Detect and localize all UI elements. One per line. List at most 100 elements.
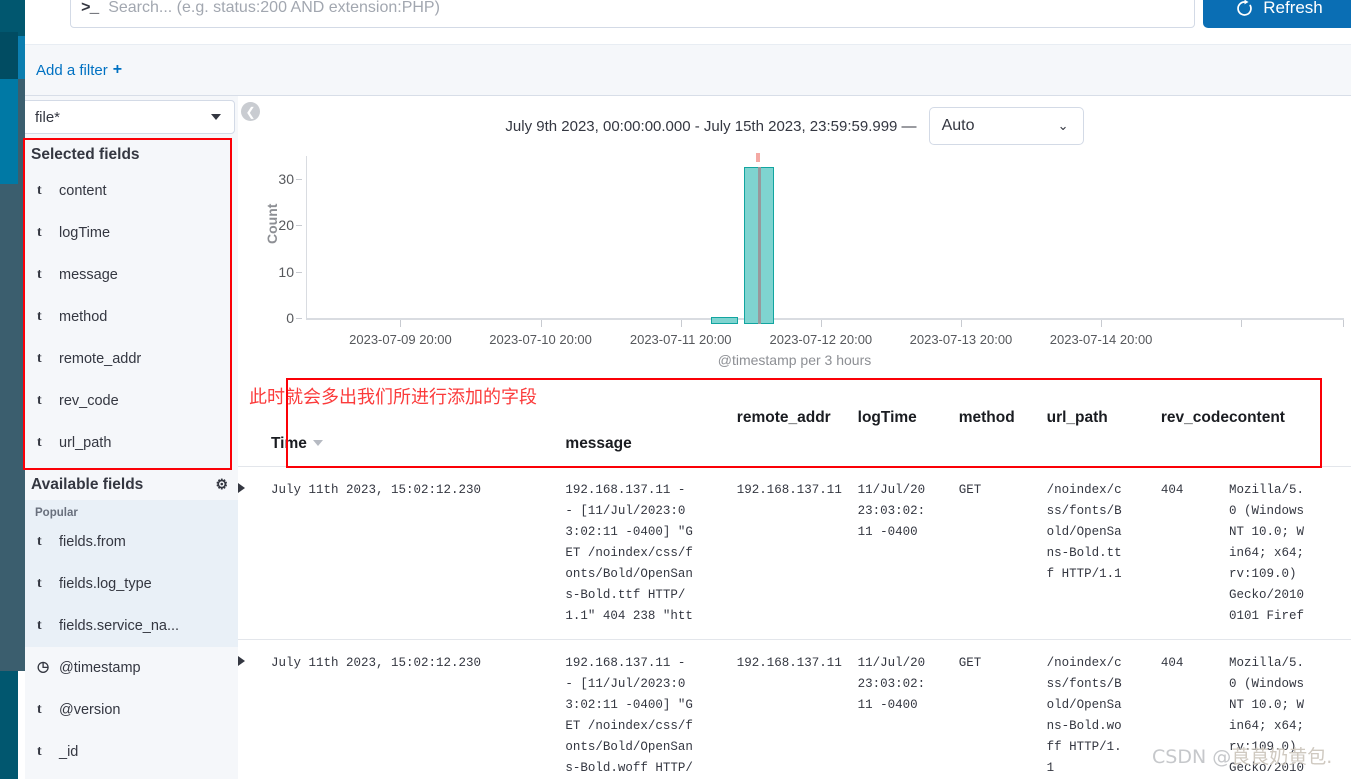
y-tick-label: 10	[278, 263, 294, 280]
sidebar-field-id[interactable]: t _id	[25, 731, 238, 773]
sidebar-field-version[interactable]: t @version	[25, 689, 238, 731]
sidebar-field-rev-code[interactable]: t rev_code	[25, 380, 238, 422]
left-nav-rail-slate	[0, 184, 18, 671]
y-tick-label: 20	[278, 217, 294, 234]
cell-logtime: 11/Jul/20 23:03:02: 11 -0400	[857, 466, 959, 640]
time-range-row: July 9th 2023, 00:00:00.000 - July 15th …	[238, 104, 1351, 148]
string-type-icon: t	[37, 267, 42, 282]
field-label: _id	[59, 743, 79, 760]
field-label: remote_addr	[59, 351, 142, 367]
th-logtime-label: logTime	[857, 408, 917, 426]
left-nav-rail-upper	[0, 32, 18, 79]
collapse-sidebar-button[interactable]: ❮	[241, 102, 260, 121]
caret-right-icon[interactable]	[238, 655, 245, 666]
sidebar-field-fields-service-name[interactable]: t fields.service_na...	[25, 605, 238, 647]
annotation-chinese-note: 此时就会多出我们所进行添加的字段	[249, 387, 537, 408]
watermark-prefix: CSDN @	[1152, 746, 1232, 768]
field-label: method	[59, 309, 108, 325]
selected-fields-list: t content t logTime t message t method t…	[25, 170, 238, 464]
chart-plot-area	[306, 153, 1344, 324]
refresh-button[interactable]: Refresh	[1203, 0, 1351, 28]
sidebar-field-fields-log-type[interactable]: t fields.log_type	[25, 563, 238, 605]
string-type-icon: t	[37, 225, 42, 240]
th-url-path[interactable]: url_path	[1046, 378, 1161, 467]
cell-message: 192.168.137.11 - - [11/Jul/2023:0 3:02:1…	[565, 466, 737, 640]
th-message[interactable]: message	[565, 378, 737, 467]
popular-label: Popular	[35, 506, 78, 519]
string-type-icon: t	[37, 435, 42, 450]
th-rev-code-label: rev_code	[1160, 408, 1229, 426]
left-nav-rail-blue	[0, 79, 18, 184]
table-row[interactable]: July 11th 2023, 15:02:12.230 192.168.137…	[238, 466, 1351, 640]
discover-main-panel: July 9th 2023, 00:00:00.000 - July 15th …	[238, 96, 1351, 779]
x-tick-label: 2023-07-10 20:00	[489, 332, 592, 347]
cell-remote-addr: 192.168.137.11	[736, 466, 858, 640]
y-tick-label: 30	[278, 171, 294, 188]
plus-icon: +	[112, 61, 123, 78]
field-label: content	[59, 183, 107, 199]
cell-method: GET	[958, 639, 1047, 779]
left-nav-rail-bottom	[0, 671, 18, 779]
sidebar-field-remote-addr[interactable]: t remote_addr	[25, 338, 238, 380]
interval-select[interactable]: Auto ⌄	[928, 107, 1084, 145]
field-label: logTime	[59, 225, 111, 241]
field-label: rev_code	[59, 393, 119, 409]
th-rev-code[interactable]: rev_code	[1160, 378, 1229, 467]
sidebar-field-content[interactable]: t content	[25, 170, 238, 212]
cell-time: July 11th 2023, 15:02:12.230	[270, 639, 566, 779]
gear-icon[interactable]: ⚙	[215, 476, 228, 492]
string-type-icon: t	[37, 617, 42, 633]
y-axis-ticks: 0 10 20 30	[268, 156, 302, 326]
watermark-user: 茛茛奶黄包.	[1231, 746, 1333, 768]
add-filter-button[interactable]: Add a filter +	[36, 61, 122, 79]
documents-table-area: Time message remote_addr logTime method	[238, 378, 1351, 779]
cell-logtime: 11/Jul/20 23:03:02: 11 -0400	[857, 639, 959, 779]
cell-method: GET	[958, 466, 1047, 640]
string-type-icon: t	[37, 575, 42, 591]
sort-desc-icon[interactable]	[312, 440, 323, 447]
sidebar-field-url-path[interactable]: t url_path	[25, 422, 238, 464]
th-logtime[interactable]: logTime	[857, 378, 959, 467]
cell-time: July 11th 2023, 15:02:12.230	[270, 466, 566, 640]
caret-right-icon[interactable]	[238, 482, 245, 493]
th-content[interactable]: content	[1228, 378, 1351, 467]
field-sidebar: file* Selected fields t content t logTim…	[25, 96, 238, 779]
selected-fields-title: Selected fields	[31, 146, 140, 163]
cell-rev-code: 404	[1160, 466, 1229, 640]
interval-value: Auto	[941, 117, 975, 134]
sidebar-field-fields-from[interactable]: t fields.from	[25, 521, 238, 563]
clock-type-icon: ◷	[37, 660, 50, 676]
sidebar-field-message[interactable]: t message	[25, 254, 238, 296]
y-tick-label: 0	[286, 310, 294, 326]
field-label: @version	[59, 701, 121, 718]
available-fields-label: Available fields	[31, 476, 144, 493]
row-expander[interactable]	[238, 466, 271, 640]
row-expander[interactable]	[238, 639, 271, 779]
popular-fields-group: Popular t fields.from t fields.log_type …	[25, 499, 238, 647]
field-label: fields.from	[59, 533, 126, 550]
x-tick-label: 2023-07-11 20:00	[629, 332, 732, 347]
string-type-icon: t	[37, 393, 42, 408]
x-tick-label: 2023-07-13 20:00	[909, 332, 1013, 347]
field-label: fields.service_na...	[59, 617, 180, 634]
x-tick-label: 2023-07-09 20:00	[349, 332, 452, 347]
chevron-down-icon	[211, 114, 221, 120]
x-axis-title: @timestamp per 3 hours	[717, 352, 872, 368]
cell-content: Mozilla/5. 0 (Windows NT 10.0; W in64; x…	[1228, 466, 1351, 640]
th-remote-addr[interactable]: remote_addr	[736, 378, 858, 467]
search-input[interactable]	[108, 0, 1184, 17]
sidebar-field-logtime[interactable]: t logTime	[25, 212, 238, 254]
histogram-chart[interactable]: Count 0 10 20 30 2023-07-09 20:00 2023-0…	[238, 153, 1351, 386]
index-pattern-select[interactable]: file*	[25, 100, 235, 134]
cell-url-path: /noindex/c ss/fonts/B old/OpenSa ns-Bold…	[1046, 639, 1161, 779]
search-box[interactable]: >_	[70, 0, 1195, 28]
sidebar-field-timestamp[interactable]: ◷ @timestamp	[25, 647, 238, 689]
refresh-icon	[1237, 0, 1252, 16]
left-nav-rail-top-inner	[18, 0, 25, 36]
console-prompt-icon: >_	[81, 0, 99, 17]
sidebar-field-method[interactable]: t method	[25, 296, 238, 338]
th-time-label: Time	[270, 434, 307, 452]
th-method[interactable]: method	[958, 378, 1047, 467]
th-method-label: method	[958, 408, 1015, 426]
kibana-discover-page: >_ Options Refresh Add a filter + file* …	[0, 0, 1351, 779]
